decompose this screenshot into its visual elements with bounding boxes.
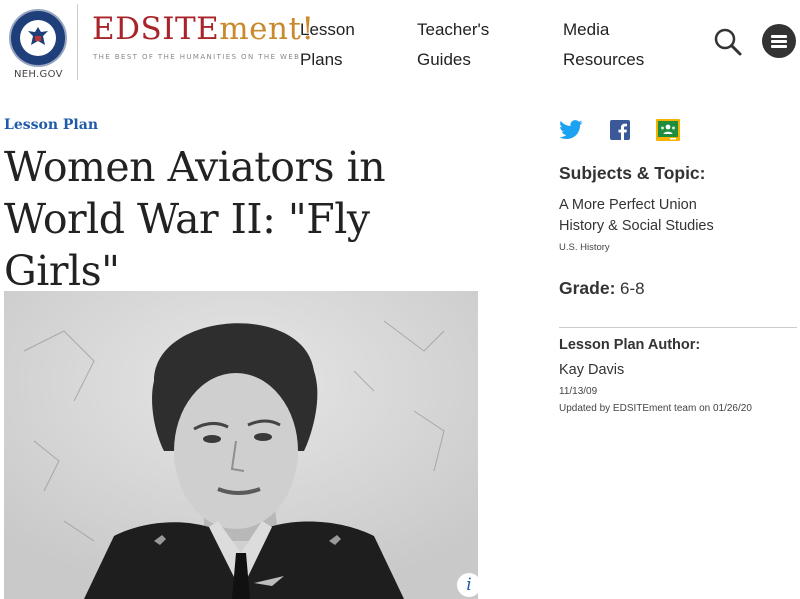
facebook-icon <box>610 120 630 140</box>
nav-lesson-plans-line2: Plans <box>300 50 343 69</box>
sidebar-divider <box>559 327 797 328</box>
nav-lesson-plans-line1: Lesson <box>300 20 355 39</box>
aviator-portrait <box>4 291 478 599</box>
updated-note: Updated by EDSITEment team on 01/26/20 <box>559 403 752 414</box>
twitter-share-button[interactable] <box>559 118 585 142</box>
author-heading: Lesson Plan Author: <box>559 337 701 353</box>
google-classroom-share-button[interactable] <box>655 118 681 142</box>
menu-icon-bar <box>771 45 787 48</box>
menu-icon <box>771 35 787 38</box>
publish-date: 11/13/09 <box>559 386 598 397</box>
brand-main: EDSITE <box>92 11 220 47</box>
nav-teachers-guides-line2: Guides <box>417 50 471 69</box>
eagle-icon <box>28 27 48 45</box>
author-name: Kay Davis <box>559 362 625 378</box>
google-classroom-icon <box>656 119 680 141</box>
facebook-share-button[interactable] <box>607 118 633 142</box>
lesson-photo <box>4 291 478 599</box>
edsitement-logo[interactable]: EDSITEment! <box>92 14 314 45</box>
twitter-icon <box>559 120 583 140</box>
search-icon <box>714 28 742 56</box>
page-title: Women Aviators in World War II: "Fly Gir… <box>4 143 386 295</box>
nav-teachers-guides[interactable]: Teacher's Guides <box>417 15 489 75</box>
neh-gov-label[interactable]: NEH.GOV <box>14 69 63 80</box>
subjects-heading: Subjects & Topic: <box>559 163 706 183</box>
neh-seal-icon[interactable] <box>9 9 67 67</box>
grade-label: Grade: <box>559 278 616 298</box>
nav-teachers-guides-line1: Teacher's <box>417 20 490 39</box>
nav-lesson-plans[interactable]: Lesson Plans <box>300 15 355 75</box>
menu-icon-bar <box>771 40 787 43</box>
header-divider <box>77 4 78 80</box>
grade-value: 6-8 <box>620 279 645 298</box>
brand-tagline: THE BEST OF THE HUMANITIES ON THE WEB <box>93 53 301 61</box>
subject-link-a-more-perfect-union[interactable]: A More Perfect Union <box>559 197 697 213</box>
photo-info-icon[interactable]: i <box>457 573 481 597</box>
site-header: NEH.GOV EDSITEment! THE BEST OF THE HUMA… <box>0 0 800 88</box>
nav-media-resources-line1: Media <box>563 20 610 39</box>
content-category[interactable]: Lesson Plan <box>4 117 98 133</box>
subtopic-link-us-history[interactable]: U.S. History <box>559 242 610 253</box>
search-button[interactable] <box>712 26 744 58</box>
nav-media-resources-line2: Resources <box>563 50 645 69</box>
subject-link-history-social-studies[interactable]: History & Social Studies <box>559 218 714 234</box>
menu-button[interactable] <box>762 24 796 58</box>
nav-media-resources[interactable]: Media Resources <box>563 15 644 75</box>
